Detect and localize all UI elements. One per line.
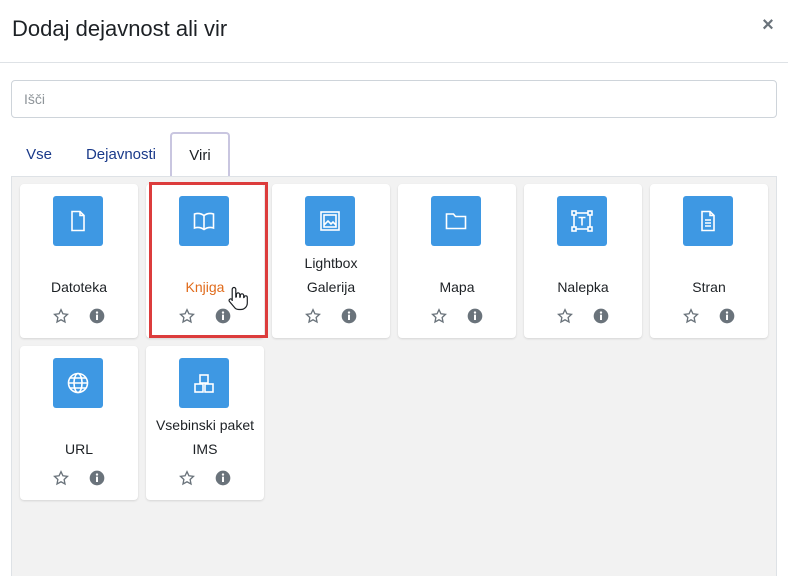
info-icon[interactable] xyxy=(89,308,105,324)
file-icon xyxy=(53,196,103,246)
package-icon xyxy=(179,358,229,408)
text-label-icon xyxy=(557,196,607,246)
module-label: Mapa xyxy=(439,279,475,295)
folder-icon xyxy=(431,196,481,246)
image-gallery-icon xyxy=(305,196,355,246)
module-card-ims-package[interactable]: Vsebinski paket IMS xyxy=(146,346,264,500)
info-icon[interactable] xyxy=(341,308,357,324)
module-card-nalepka[interactable]: Nalepka xyxy=(524,184,642,338)
info-icon[interactable] xyxy=(467,308,483,324)
hand-cursor-icon xyxy=(228,286,248,311)
module-label: Vsebinski paket IMS xyxy=(146,413,264,461)
star-icon[interactable] xyxy=(53,470,69,486)
info-icon[interactable] xyxy=(89,470,105,486)
module-label: Datoteka xyxy=(50,279,108,295)
module-label: URL xyxy=(64,441,93,457)
star-icon[interactable] xyxy=(179,470,195,486)
module-label: Lightbox Galerija xyxy=(272,251,390,299)
info-icon[interactable] xyxy=(719,308,735,324)
module-label-line1: Lightbox xyxy=(304,255,358,271)
module-label: Stran xyxy=(692,279,726,295)
modal-title: Dodaj dejavnost ali vir xyxy=(12,16,228,41)
info-icon[interactable] xyxy=(593,308,609,324)
close-button[interactable]: × xyxy=(760,13,776,37)
star-icon[interactable] xyxy=(179,308,195,324)
star-icon[interactable] xyxy=(431,308,447,324)
star-icon[interactable] xyxy=(557,308,573,324)
star-icon[interactable] xyxy=(683,308,699,324)
star-icon[interactable] xyxy=(305,308,321,324)
module-card-datoteka[interactable]: Datoteka xyxy=(20,184,138,338)
tab-vse[interactable]: Vse xyxy=(11,132,67,177)
globe-icon xyxy=(53,358,103,408)
info-icon[interactable] xyxy=(215,470,231,486)
book-icon xyxy=(179,196,229,246)
module-label: Nalepka xyxy=(557,279,609,295)
tab-viri[interactable]: Viri xyxy=(170,132,230,177)
module-label-line1: Vsebinski paket xyxy=(155,417,255,433)
module-card-stran[interactable]: Stran xyxy=(650,184,768,338)
star-icon[interactable] xyxy=(53,308,69,324)
module-card-lightbox-galerija[interactable]: Lightbox Galerija xyxy=(272,184,390,338)
tab-dejavnosti[interactable]: Dejavnosti xyxy=(71,132,171,177)
module-card-mapa[interactable]: Mapa xyxy=(398,184,516,338)
search-input[interactable] xyxy=(11,80,777,118)
module-card-url[interactable]: URL xyxy=(20,346,138,500)
module-label-line2: IMS xyxy=(192,441,218,457)
module-label-line2: Galerija xyxy=(306,279,356,295)
modal-header: Dodaj dejavnost ali vir × xyxy=(0,0,788,63)
page-icon xyxy=(683,196,733,246)
module-card-knjiga[interactable]: Knjiga xyxy=(146,184,264,338)
